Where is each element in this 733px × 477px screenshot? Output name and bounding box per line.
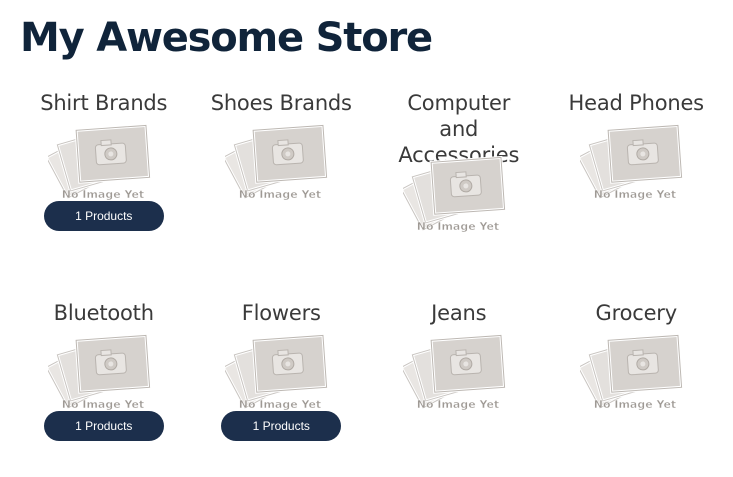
no-image-placeholder-icon: No Image Yet: [47, 118, 158, 204]
svg-text:No Image Yet: No Image Yet: [417, 220, 499, 233]
category-card-bluetooth[interactable]: Bluetooth No Image Yet 1 Products: [15, 300, 193, 470]
category-name: Head Phones: [568, 91, 705, 115]
no-image-placeholder-icon: No Image Yet: [225, 328, 335, 414]
svg-text:No Image Yet: No Image Yet: [594, 398, 676, 411]
category-name: Flowers: [241, 301, 321, 325]
category-card-grocery[interactable]: Grocery No Image Yet: [548, 300, 726, 470]
store-title: My Awesome Store: [20, 15, 433, 61]
product-count-button[interactable]: 1 Products: [43, 411, 164, 441]
category-card-flowers[interactable]: Flowers No Image Yet 1 Products: [193, 300, 371, 470]
category-name: Bluetooth: [53, 301, 154, 325]
no-image-placeholder-icon: No Image Yet: [580, 118, 690, 204]
svg-text:No Image Yet: No Image Yet: [62, 188, 144, 201]
category-card-computer-and-accessories[interactable]: Computer and Accessories No Image Yet: [370, 90, 548, 300]
product-count-button[interactable]: 1 Products: [221, 411, 342, 441]
category-name: Jeans: [431, 301, 487, 325]
svg-text:No Image Yet: No Image Yet: [417, 398, 499, 411]
svg-text:No Image Yet: No Image Yet: [594, 188, 676, 201]
no-image-placeholder-icon: No Image Yet: [402, 328, 513, 414]
no-image-placeholder-icon: No Image Yet: [225, 118, 335, 204]
category-grid: Shirt Brands No Image Yet 1 Products Sho…: [15, 90, 725, 470]
no-image-placeholder-icon: No Image Yet: [580, 328, 690, 414]
category-name: Grocery: [595, 301, 678, 325]
no-image-placeholder-icon: No Image Yet: [47, 328, 158, 414]
svg-text:No Image Yet: No Image Yet: [239, 398, 321, 411]
category-card-shoes-brands[interactable]: Shoes Brands No Image Yet: [193, 90, 371, 300]
svg-text:No Image Yet: No Image Yet: [239, 188, 321, 201]
product-count-button[interactable]: 1 Products: [43, 201, 164, 231]
category-name: Shirt Brands: [40, 91, 168, 115]
svg-text:No Image Yet: No Image Yet: [62, 398, 144, 411]
no-image-placeholder-icon: No Image Yet: [402, 150, 513, 236]
category-card-jeans[interactable]: Jeans No Image Yet: [370, 300, 548, 470]
category-card-head-phones[interactable]: Head Phones No Image Yet: [548, 90, 726, 300]
category-name: Shoes Brands: [210, 91, 352, 115]
category-card-shirt-brands[interactable]: Shirt Brands No Image Yet 1 Products: [15, 90, 193, 300]
